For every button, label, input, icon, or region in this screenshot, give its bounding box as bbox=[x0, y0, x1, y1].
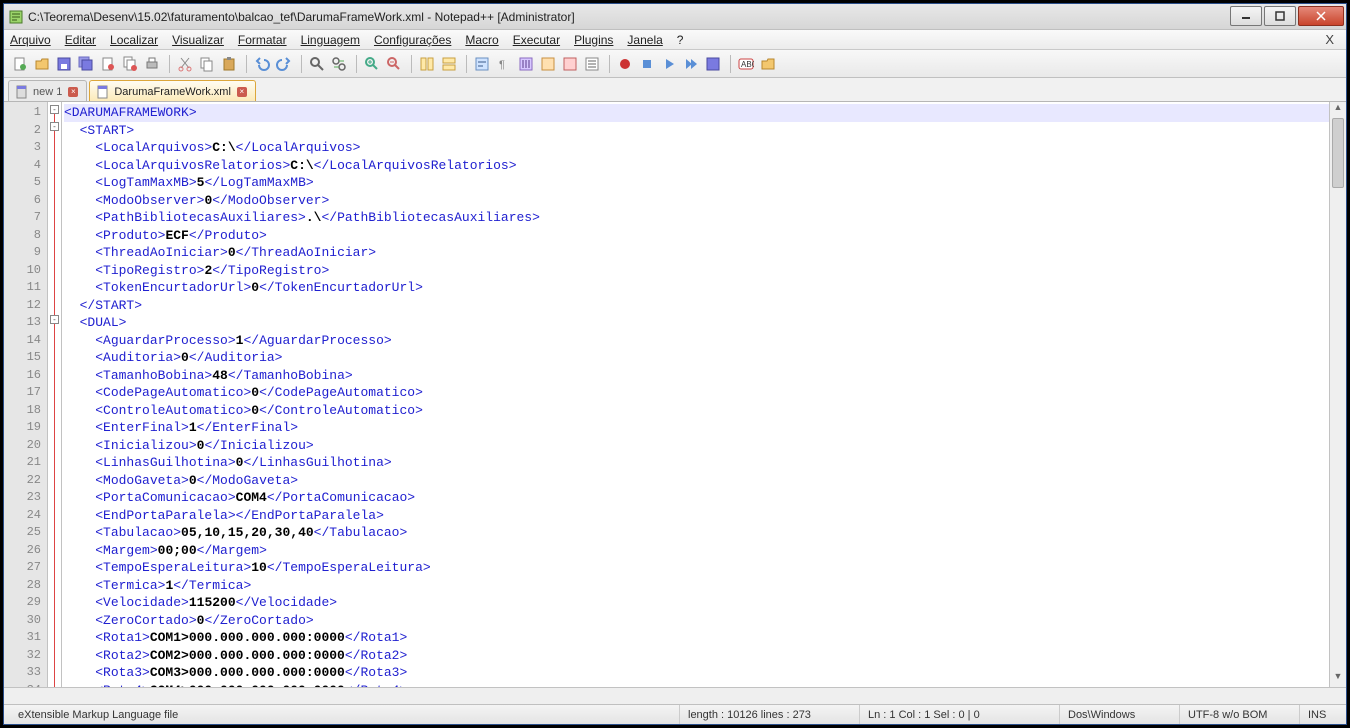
undo-icon[interactable] bbox=[252, 54, 272, 74]
window-controls bbox=[1230, 4, 1346, 29]
menu-formatar[interactable]: Formatar bbox=[238, 33, 287, 47]
folder-icon[interactable] bbox=[758, 54, 778, 74]
titlebar: C:\Teorema\Desenv\15.02\faturamento\balc… bbox=[4, 4, 1346, 30]
minimize-button[interactable] bbox=[1230, 6, 1262, 26]
app-icon bbox=[8, 9, 24, 25]
menu-arquivo[interactable]: Arquivo bbox=[10, 33, 51, 47]
svg-text:ABC: ABC bbox=[741, 60, 754, 69]
play-multi-icon[interactable] bbox=[681, 54, 701, 74]
menu-plugins[interactable]: Plugins bbox=[574, 33, 613, 47]
line-number-gutter: 1234567891011121314151617181920212223242… bbox=[4, 102, 48, 687]
status-mode: INS bbox=[1300, 705, 1340, 724]
new-file-icon[interactable] bbox=[10, 54, 30, 74]
scroll-down-icon[interactable]: ▼ bbox=[1330, 671, 1346, 687]
menu-localizar[interactable]: Localizar bbox=[110, 33, 158, 47]
app-window: C:\Teorema\Desenv\15.02\faturamento\balc… bbox=[3, 3, 1347, 725]
tab-bar: new 1 × DarumaFrameWork.xml × bbox=[4, 78, 1346, 102]
tab-close-icon[interactable]: × bbox=[68, 87, 78, 97]
toolbar-separator bbox=[609, 55, 610, 73]
record-macro-icon[interactable] bbox=[615, 54, 635, 74]
tab-daruma-xml[interactable]: DarumaFrameWork.xml × bbox=[89, 80, 256, 101]
toolbar-separator bbox=[301, 55, 302, 73]
menu-editar[interactable]: Editar bbox=[65, 33, 96, 47]
stop-macro-icon[interactable] bbox=[637, 54, 657, 74]
maximize-button[interactable] bbox=[1264, 6, 1296, 26]
spellcheck-icon[interactable]: ABC bbox=[736, 54, 756, 74]
mdi-close-button[interactable]: X bbox=[1325, 32, 1340, 47]
save-icon[interactable] bbox=[54, 54, 74, 74]
window-title: C:\Teorema\Desenv\15.02\faturamento\balc… bbox=[28, 10, 1230, 24]
cut-icon[interactable] bbox=[175, 54, 195, 74]
sync-scroll-h-icon[interactable] bbox=[439, 54, 459, 74]
file-icon bbox=[15, 85, 29, 99]
fold-toggle-icon[interactable]: - bbox=[50, 105, 59, 114]
menu-executar[interactable]: Executar bbox=[513, 33, 560, 47]
menubar: Arquivo Editar Localizar Visualizar Form… bbox=[4, 30, 1346, 50]
scrollbar-thumb[interactable] bbox=[1332, 118, 1344, 188]
close-file-icon[interactable] bbox=[98, 54, 118, 74]
open-file-icon[interactable] bbox=[32, 54, 52, 74]
menu-configuracoes[interactable]: Configurações bbox=[374, 33, 451, 47]
doc-map-icon[interactable] bbox=[560, 54, 580, 74]
tab-close-icon[interactable]: × bbox=[237, 87, 247, 97]
status-position: Ln : 1 Col : 1 Sel : 0 | 0 bbox=[860, 705, 1060, 724]
fold-toggle-icon[interactable]: - bbox=[50, 122, 59, 131]
close-button[interactable] bbox=[1298, 6, 1344, 26]
close-all-icon[interactable] bbox=[120, 54, 140, 74]
toolbar-separator bbox=[411, 55, 412, 73]
paste-icon[interactable] bbox=[219, 54, 239, 74]
save-macro-icon[interactable] bbox=[703, 54, 723, 74]
zoom-in-icon[interactable] bbox=[362, 54, 382, 74]
zoom-out-icon[interactable] bbox=[384, 54, 404, 74]
svg-text:¶: ¶ bbox=[499, 59, 505, 71]
fold-guide-line bbox=[54, 110, 55, 687]
copy-icon[interactable] bbox=[197, 54, 217, 74]
status-filetype: eXtensible Markup Language file bbox=[10, 705, 680, 724]
status-length: length : 10126 lines : 273 bbox=[680, 705, 860, 724]
tab-new-1[interactable]: new 1 × bbox=[8, 80, 87, 101]
wordwrap-icon[interactable] bbox=[472, 54, 492, 74]
scroll-up-icon[interactable]: ▲ bbox=[1330, 102, 1346, 118]
toolbar-separator bbox=[730, 55, 731, 73]
toolbar-separator bbox=[246, 55, 247, 73]
statusbar: eXtensible Markup Language file length :… bbox=[4, 704, 1346, 724]
print-icon[interactable] bbox=[142, 54, 162, 74]
horizontal-scrollbar[interactable] bbox=[4, 687, 1346, 704]
status-eol: Dos\Windows bbox=[1060, 705, 1180, 724]
fold-strip: - - - bbox=[48, 102, 62, 687]
menu-visualizar[interactable]: Visualizar bbox=[172, 33, 224, 47]
file-icon bbox=[96, 85, 110, 99]
redo-icon[interactable] bbox=[274, 54, 294, 74]
play-macro-icon[interactable] bbox=[659, 54, 679, 74]
function-list-icon[interactable] bbox=[582, 54, 602, 74]
menu-linguagem[interactable]: Linguagem bbox=[301, 33, 360, 47]
status-encoding: UTF-8 w/o BOM bbox=[1180, 705, 1300, 724]
tab-label: new 1 bbox=[33, 86, 62, 98]
fold-toggle-icon[interactable]: - bbox=[50, 315, 59, 324]
menu-help[interactable]: ? bbox=[677, 33, 684, 47]
show-all-chars-icon[interactable]: ¶ bbox=[494, 54, 514, 74]
save-all-icon[interactable] bbox=[76, 54, 96, 74]
user-lang-icon[interactable] bbox=[538, 54, 558, 74]
toolbar: ¶ ABC bbox=[4, 50, 1346, 78]
sync-scroll-v-icon[interactable] bbox=[417, 54, 437, 74]
tab-label: DarumaFrameWork.xml bbox=[114, 86, 231, 98]
code-editor[interactable]: <DARUMAFRAMEWORK> <START> <LocalArquivos… bbox=[62, 102, 1329, 687]
menu-macro[interactable]: Macro bbox=[465, 33, 498, 47]
toolbar-separator bbox=[356, 55, 357, 73]
find-icon[interactable] bbox=[307, 54, 327, 74]
indent-guide-icon[interactable] bbox=[516, 54, 536, 74]
toolbar-separator bbox=[169, 55, 170, 73]
editor-area: 1234567891011121314151617181920212223242… bbox=[4, 102, 1346, 687]
toolbar-separator bbox=[466, 55, 467, 73]
replace-icon[interactable] bbox=[329, 54, 349, 74]
menu-janela[interactable]: Janela bbox=[627, 33, 662, 47]
vertical-scrollbar[interactable]: ▲ ▼ bbox=[1329, 102, 1346, 687]
